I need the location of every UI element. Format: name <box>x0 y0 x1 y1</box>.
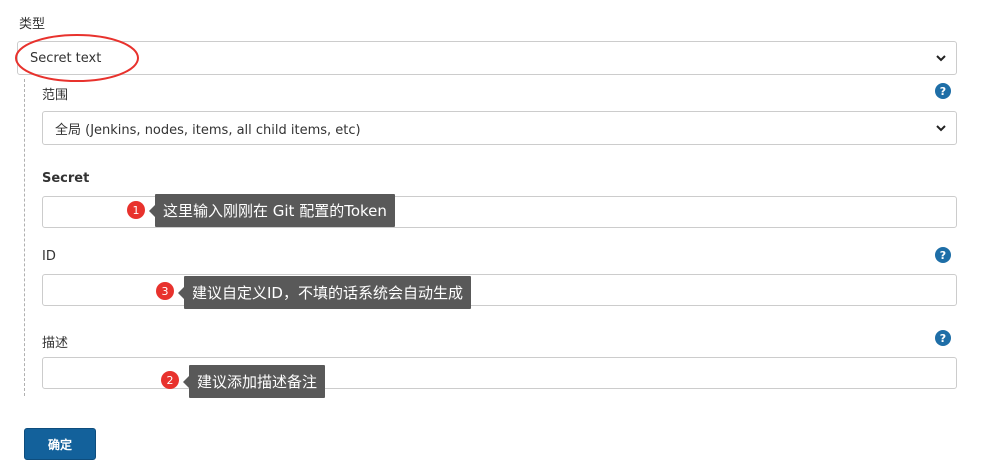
chevron-down-icon <box>936 125 946 132</box>
nested-fields-divider <box>24 79 25 396</box>
annotation-badge-2: 2 <box>161 371 179 389</box>
scope-label: 范围 <box>42 88 69 103</box>
annotation-tooltip-1: 这里输入刚刚在 Git 配置的Token <box>155 194 395 227</box>
chevron-down-icon <box>936 55 946 62</box>
annotation-badge-3: 3 <box>156 282 174 300</box>
annotation-tooltip-3: 建议自定义ID，不填的话系统会自动生成 <box>184 276 471 309</box>
secret-label: Secret <box>42 171 90 186</box>
scope-select[interactable]: 全局 (Jenkins, nodes, items, all child ite… <box>42 111 957 145</box>
scope-help-icon[interactable]: ? <box>935 83 951 99</box>
description-input[interactable] <box>42 357 957 389</box>
type-select[interactable]: Secret text <box>17 41 957 75</box>
description-help-icon[interactable]: ? <box>935 330 951 346</box>
ok-button[interactable]: 确定 <box>24 428 96 460</box>
annotation-badge-1: 1 <box>127 201 145 219</box>
annotation-tooltip-2: 建议添加描述备注 <box>189 365 326 398</box>
id-label: ID <box>42 249 56 264</box>
description-label: 描述 <box>42 336 69 351</box>
highlight-ellipse <box>15 34 139 82</box>
scope-select-value: 全局 (Jenkins, nodes, items, all child ite… <box>55 122 361 138</box>
id-help-icon[interactable]: ? <box>935 247 951 263</box>
type-label: 类型 <box>19 17 46 32</box>
